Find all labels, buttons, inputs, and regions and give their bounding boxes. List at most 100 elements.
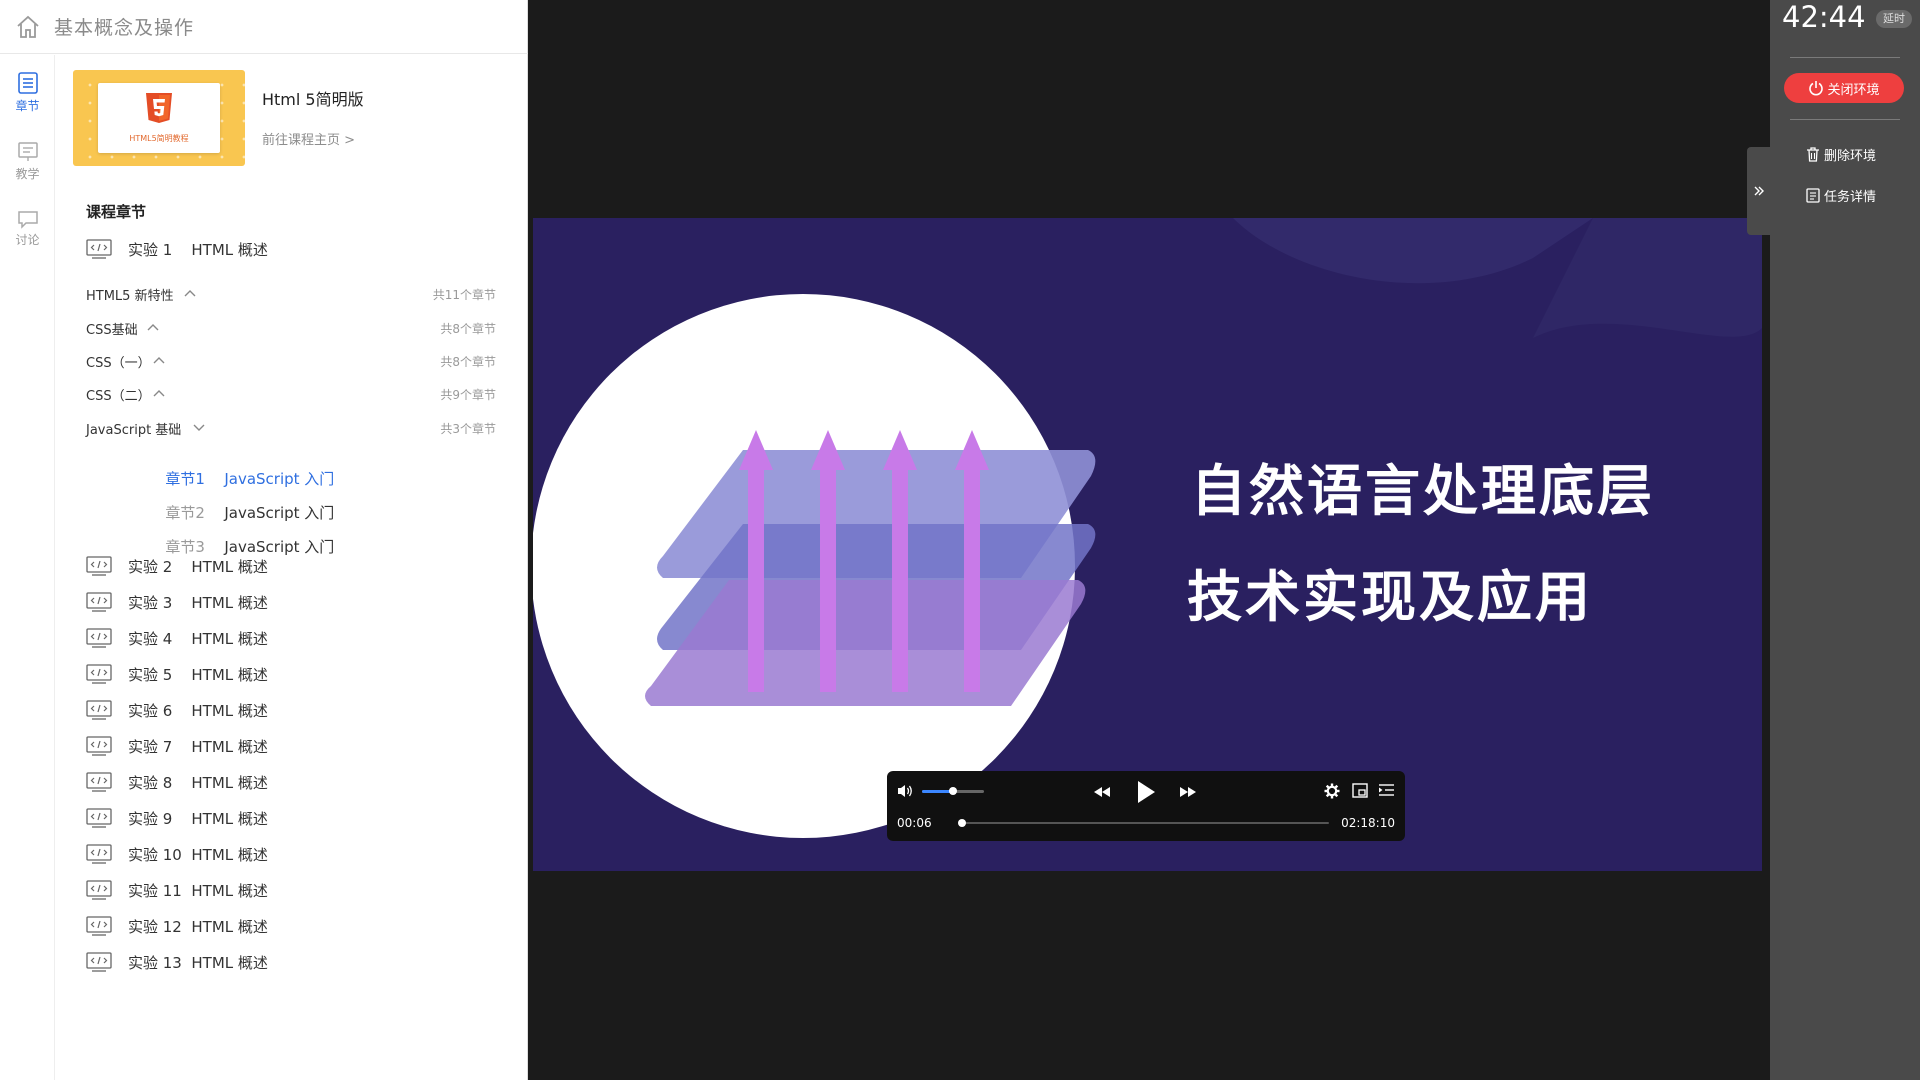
course-home-link[interactable]: 前往课程主页 > bbox=[262, 129, 355, 148]
course-thumbnail[interactable]: HTML5简明教程 bbox=[73, 70, 245, 166]
fast-forward-icon[interactable] bbox=[1179, 786, 1197, 798]
video-title-line-1: 自然语言处理底层 bbox=[1191, 459, 1656, 523]
lab-item[interactable]: 实验 10 HTML 概述 bbox=[86, 841, 268, 867]
seek-bar[interactable] bbox=[958, 819, 1329, 827]
task-detail-button[interactable]: 任务详情 bbox=[1806, 186, 1876, 205]
lab-item[interactable]: 实验 8 HTML 概述 bbox=[86, 769, 268, 795]
chevron-up-icon bbox=[147, 324, 159, 331]
rail-label-chapter: 章节 bbox=[15, 99, 40, 113]
lab-title: 实验 11 HTML 概述 bbox=[128, 881, 268, 900]
code-icon bbox=[86, 880, 112, 900]
divider bbox=[1790, 119, 1900, 120]
lab-item[interactable]: 实验 12 HTML 概述 bbox=[86, 913, 268, 939]
video-title-line-2: 技术实现及应用 bbox=[1187, 565, 1594, 629]
header-bar: 基本概念及操作 bbox=[0, 0, 528, 54]
task-detail-label: 任务详情 bbox=[1824, 190, 1877, 205]
volume-slider[interactable] bbox=[922, 787, 984, 795]
seek-bar-knob[interactable] bbox=[958, 819, 967, 827]
course-thumbnail-panel: HTML5简明教程 bbox=[98, 83, 220, 153]
chapter-group-count: 共8个章节 bbox=[440, 322, 496, 336]
home-icon[interactable] bbox=[14, 13, 42, 41]
player-controls: 00:06 02:18:10 bbox=[887, 771, 1405, 841]
chapter-group-name: HTML5 新特性 bbox=[86, 289, 174, 304]
chapter-group-name: CSS基础 bbox=[86, 323, 138, 338]
lab-title: 实验 4 HTML 概述 bbox=[128, 629, 268, 648]
rail-item-discussion[interactable]: 讨论 bbox=[0, 209, 55, 248]
lab-item[interactable]: 实验 2 HTML 概述 bbox=[86, 553, 268, 579]
close-environment-button[interactable]: 关闭环境 bbox=[1784, 73, 1904, 103]
chapter-group[interactable]: CSS（一） 共8个章节 bbox=[86, 350, 496, 372]
lab-item[interactable]: 实验 6 HTML 概述 bbox=[86, 697, 268, 723]
page-title: 基本概念及操作 bbox=[54, 17, 195, 39]
picture-in-picture-icon[interactable] bbox=[1352, 783, 1368, 798]
code-icon bbox=[86, 772, 112, 792]
subsection-item-active[interactable]: 章节1 JavaScript 入门 bbox=[145, 449, 334, 488]
playlist-icon[interactable] bbox=[1378, 783, 1395, 798]
lab-title: 实验 2 HTML 概述 bbox=[128, 557, 268, 576]
current-time: 00:06 bbox=[897, 816, 932, 830]
section-heading: 课程章节 bbox=[86, 203, 147, 221]
lab-item[interactable]: 实验 13 HTML 概述 bbox=[86, 949, 268, 975]
code-icon bbox=[86, 556, 112, 576]
rail-item-teaching[interactable]: 教学 bbox=[0, 141, 55, 182]
trash-icon bbox=[1807, 147, 1819, 162]
lab-title: 实验 8 HTML 概述 bbox=[128, 773, 268, 792]
chapter-group-count: 共9个章节 bbox=[440, 388, 496, 402]
delete-environment-button[interactable]: 删除环境 bbox=[1806, 145, 1876, 164]
chapter-group-count: 共8个章节 bbox=[440, 355, 496, 369]
lab-item[interactable]: 实验 11 HTML 概述 bbox=[86, 877, 268, 903]
settings-gear-icon[interactable] bbox=[1324, 783, 1340, 799]
lab-title: 实验 1 HTML 概述 bbox=[128, 240, 268, 259]
chapter-icon bbox=[17, 72, 38, 94]
lab-item[interactable]: 实验 1 HTML 概述 bbox=[86, 236, 268, 262]
close-environment-label: 关闭环境 bbox=[1827, 82, 1880, 98]
chapter-group-count: 共11个章节 bbox=[432, 288, 496, 302]
code-icon bbox=[86, 916, 112, 936]
code-icon bbox=[86, 844, 112, 864]
chapter-group[interactable]: HTML5 新特性 共11个章节 bbox=[86, 283, 496, 305]
power-icon bbox=[1809, 81, 1824, 96]
chapter-group-name: CSS（一） bbox=[86, 356, 151, 371]
code-icon bbox=[86, 664, 112, 684]
document-icon bbox=[1806, 188, 1820, 203]
volume-icon[interactable] bbox=[896, 783, 914, 799]
code-icon bbox=[86, 952, 112, 972]
lab-item[interactable]: 实验 3 HTML 概述 bbox=[86, 589, 268, 615]
html5-logo-icon bbox=[146, 93, 172, 123]
double-chevron-right-icon bbox=[1754, 186, 1764, 196]
rail-label-teaching: 教学 bbox=[15, 167, 40, 181]
code-icon bbox=[86, 736, 112, 756]
delete-environment-label: 删除环境 bbox=[1824, 149, 1877, 164]
lab-title: 实验 9 HTML 概述 bbox=[128, 809, 268, 828]
extend-time-button[interactable]: 延时 bbox=[1876, 10, 1912, 28]
chevron-up-icon bbox=[153, 390, 165, 397]
chapter-group-expanded[interactable]: JavaScript 基础 共3个章节 bbox=[86, 417, 496, 439]
subsection-item[interactable]: 章节3 JavaScript 入门 bbox=[145, 517, 334, 556]
lab-item[interactable]: 实验 4 HTML 概述 bbox=[86, 625, 268, 651]
lab-item[interactable]: 实验 7 HTML 概述 bbox=[86, 733, 268, 759]
lab-item[interactable]: 实验 5 HTML 概述 bbox=[86, 661, 268, 687]
rail-item-chapter[interactable]: 章节 bbox=[0, 71, 55, 114]
chevron-down-icon bbox=[193, 424, 205, 431]
chapter-group[interactable]: CSS（二） 共9个章节 bbox=[86, 383, 496, 405]
chevron-up-icon bbox=[153, 357, 165, 364]
play-icon[interactable] bbox=[1135, 779, 1157, 805]
chapter-group[interactable]: CSS基础 共8个章节 bbox=[86, 317, 496, 339]
course-name: Html 5简明版 bbox=[262, 90, 364, 109]
discussion-icon bbox=[17, 211, 38, 229]
environment-panel: 42:44 延时 关闭环境 删除环境 任务详情 bbox=[1770, 0, 1920, 1080]
code-icon bbox=[86, 628, 112, 648]
subsection-item[interactable]: 章节2 JavaScript 入门 bbox=[145, 483, 334, 522]
volume-slider-knob[interactable] bbox=[949, 787, 957, 795]
rewind-icon[interactable] bbox=[1093, 786, 1111, 798]
code-icon bbox=[86, 239, 112, 259]
lab-title: 实验 5 HTML 概述 bbox=[128, 665, 268, 684]
chapter-group-count: 共3个章节 bbox=[440, 422, 496, 436]
code-icon bbox=[86, 592, 112, 612]
chapter-group-name: JavaScript 基础 bbox=[86, 423, 182, 438]
collapse-panel-tab[interactable] bbox=[1747, 147, 1771, 235]
rail-label-discussion: 讨论 bbox=[15, 233, 40, 247]
chevron-up-icon bbox=[184, 290, 196, 297]
lab-title: 实验 12 HTML 概述 bbox=[128, 917, 268, 936]
lab-item[interactable]: 实验 9 HTML 概述 bbox=[86, 805, 268, 831]
